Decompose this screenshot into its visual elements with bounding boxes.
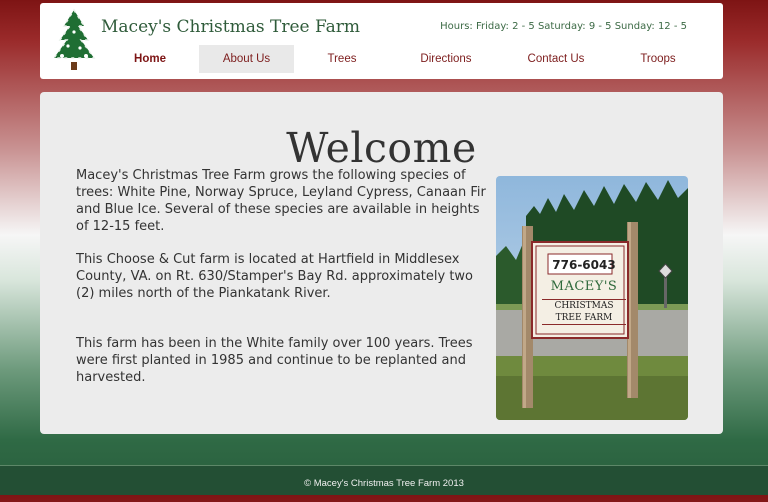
- location-paragraph: This Choose & Cut farm is located at Har…: [76, 252, 474, 301]
- history-paragraph: This farm has been in the White family o…: [76, 336, 473, 385]
- site-header: Macey's Christmas Tree Farm Hours: Frida…: [40, 3, 723, 79]
- nav-about-us[interactable]: About Us: [199, 45, 294, 73]
- nav-directions[interactable]: Directions: [402, 45, 490, 73]
- sign-name: MACEY'S: [550, 279, 618, 294]
- content-panel: Welcome Macey's Christmas Tree Farm grow…: [40, 92, 723, 434]
- nav-troops[interactable]: Troops: [628, 45, 688, 73]
- nav-home[interactable]: Home: [117, 45, 183, 73]
- page-title: Welcome: [286, 124, 477, 172]
- nav-contact-us[interactable]: Contact Us: [512, 45, 600, 73]
- copyright-text: © Macey's Christmas Tree Farm 2013: [304, 478, 464, 489]
- main-nav: Home About Us Trees Directions Contact U…: [102, 45, 712, 73]
- sign-line1: CHRISTMAS TREE FARM: [542, 299, 626, 325]
- nav-trees[interactable]: Trees: [312, 45, 372, 73]
- sign-christmas: CHRISTMAS: [554, 301, 614, 311]
- intro-paragraph: Macey's Christmas Tree Farm grows the fo…: [76, 168, 486, 234]
- farm-sign-photo: [496, 176, 688, 420]
- site-footer: © Macey's Christmas Tree Farm 2013: [0, 465, 768, 495]
- sign-phone: 776-6043: [552, 258, 616, 272]
- hours-text: Hours: Friday: 2 - 5 Saturday: 9 - 5 Sun…: [440, 21, 687, 32]
- sign-tree-farm: TREE FARM: [555, 313, 613, 323]
- site-title[interactable]: Macey's Christmas Tree Farm: [101, 17, 360, 37]
- christmas-tree-logo-icon[interactable]: [50, 8, 98, 72]
